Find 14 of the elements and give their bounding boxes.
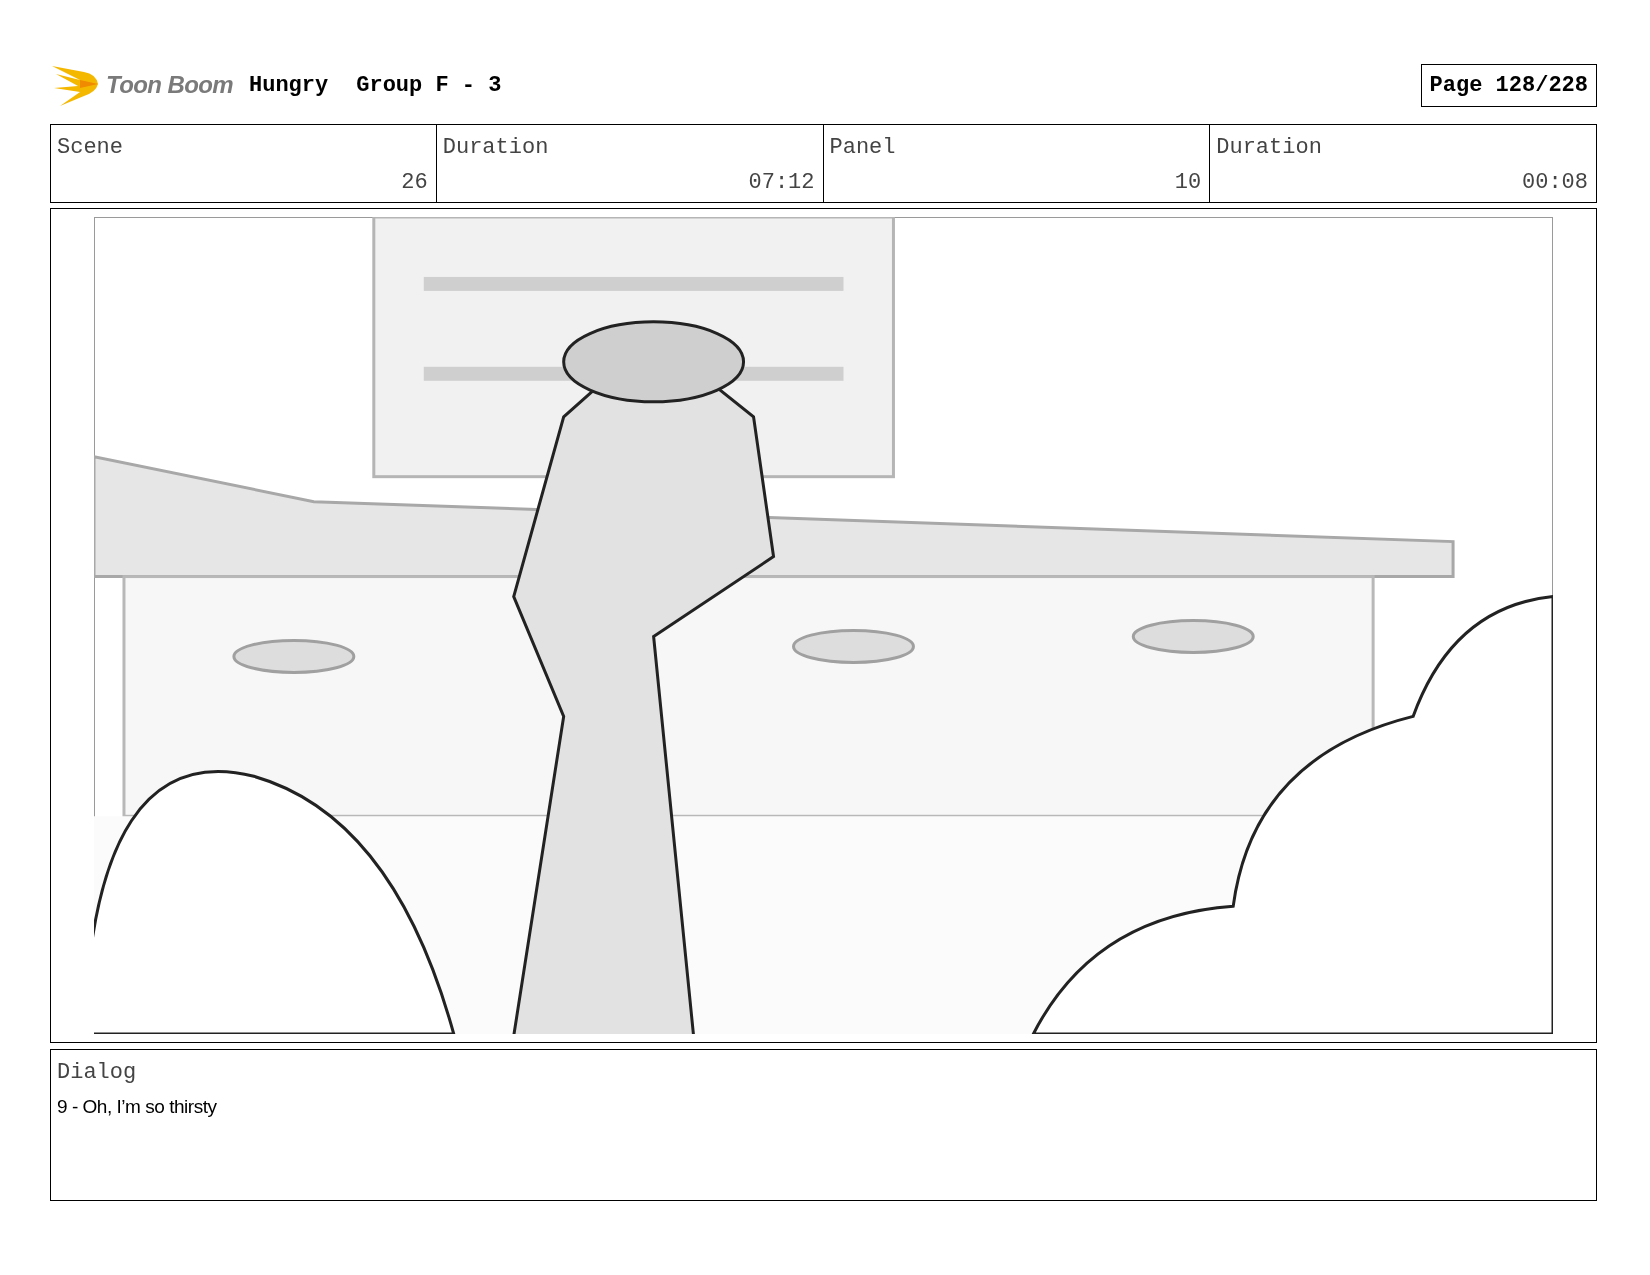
field-value: 26	[401, 169, 428, 197]
field-value: 10	[1174, 169, 1202, 197]
project-title: Hungry	[249, 71, 329, 100]
sequence-title: Group F - 3	[356, 71, 502, 100]
field-label: Duration	[442, 134, 549, 162]
dialog-text: 9 - Oh, I’m so thirsty	[57, 1095, 217, 1119]
field-value: 07:12	[748, 169, 815, 197]
field-label: Scene	[57, 134, 123, 162]
field-label: Panel	[829, 134, 896, 162]
page-number: Page 128/228	[1420, 63, 1597, 107]
dialog-label: Dialog	[57, 1059, 137, 1087]
field-label: Duration	[1216, 134, 1322, 162]
logo-text: Toon Boom	[106, 70, 233, 100]
field-value: 00:08	[1522, 169, 1588, 197]
